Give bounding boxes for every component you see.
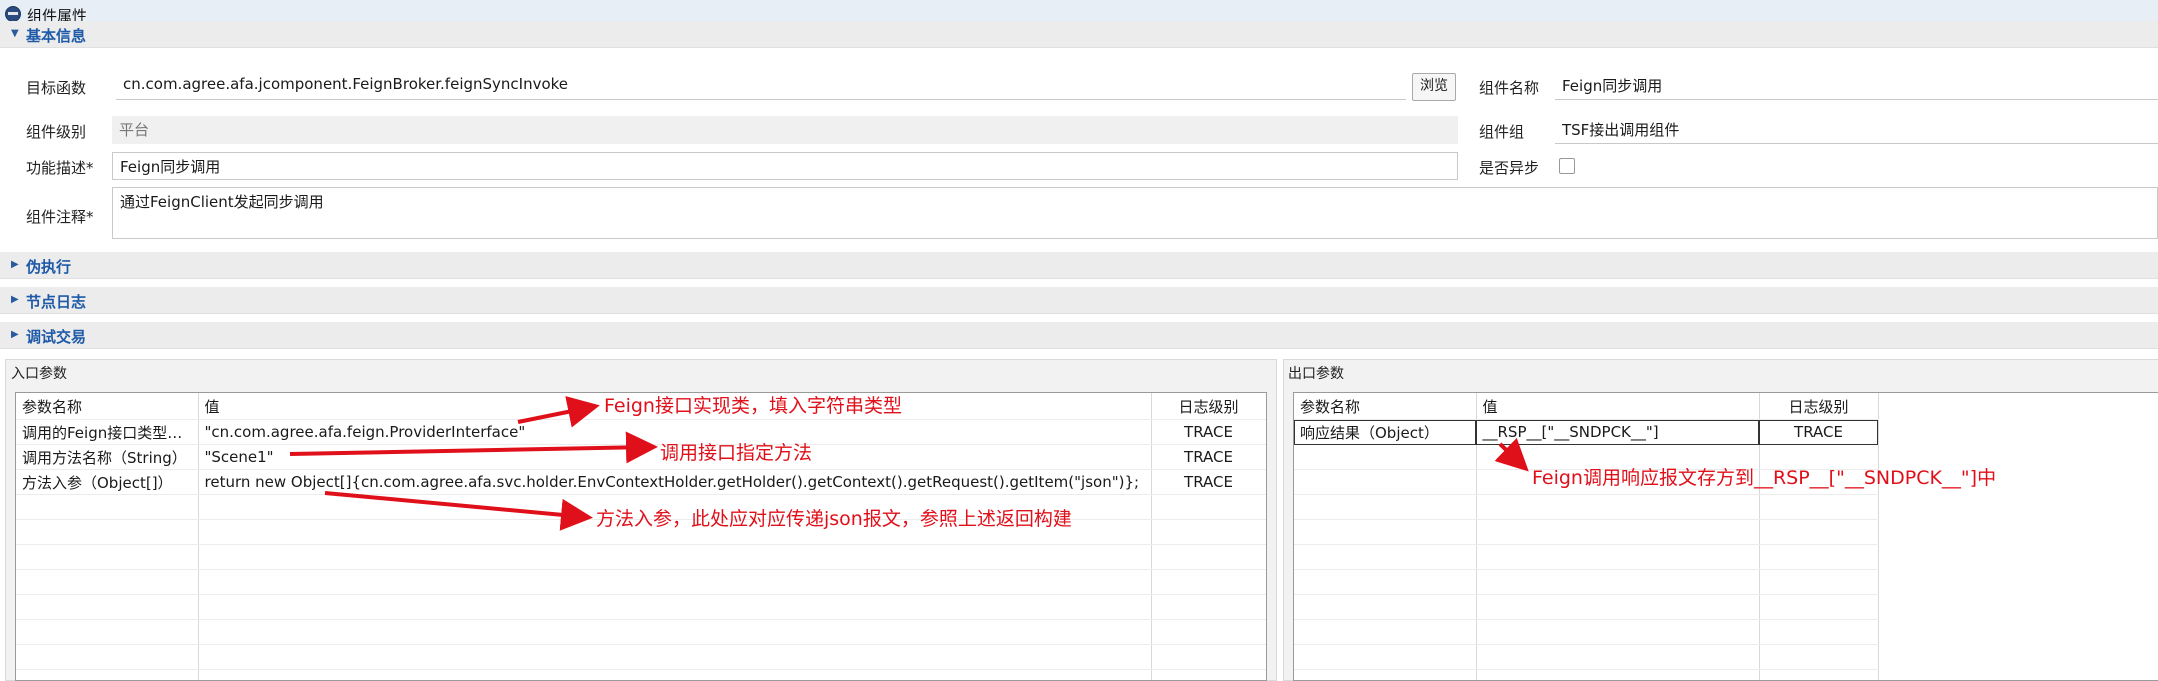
annotation-method-args: 方法入参，此处应对应传递json报文，参照上述返回构建 xyxy=(596,504,1072,531)
annotation-arrows xyxy=(0,0,2158,679)
annotation-method: 调用接口指定方法 xyxy=(660,438,812,465)
annotation-feign-impl: Feign接口实现类，填入字符串类型 xyxy=(604,391,902,418)
arrow-3 xyxy=(325,493,585,517)
arrow-1 xyxy=(518,407,592,422)
arrow-4 xyxy=(1500,444,1523,466)
arrow-2 xyxy=(290,447,650,454)
annotation-response: Feign调用响应报文存方到__RSP__["__SNDPCK__"]中 xyxy=(1532,463,1996,490)
